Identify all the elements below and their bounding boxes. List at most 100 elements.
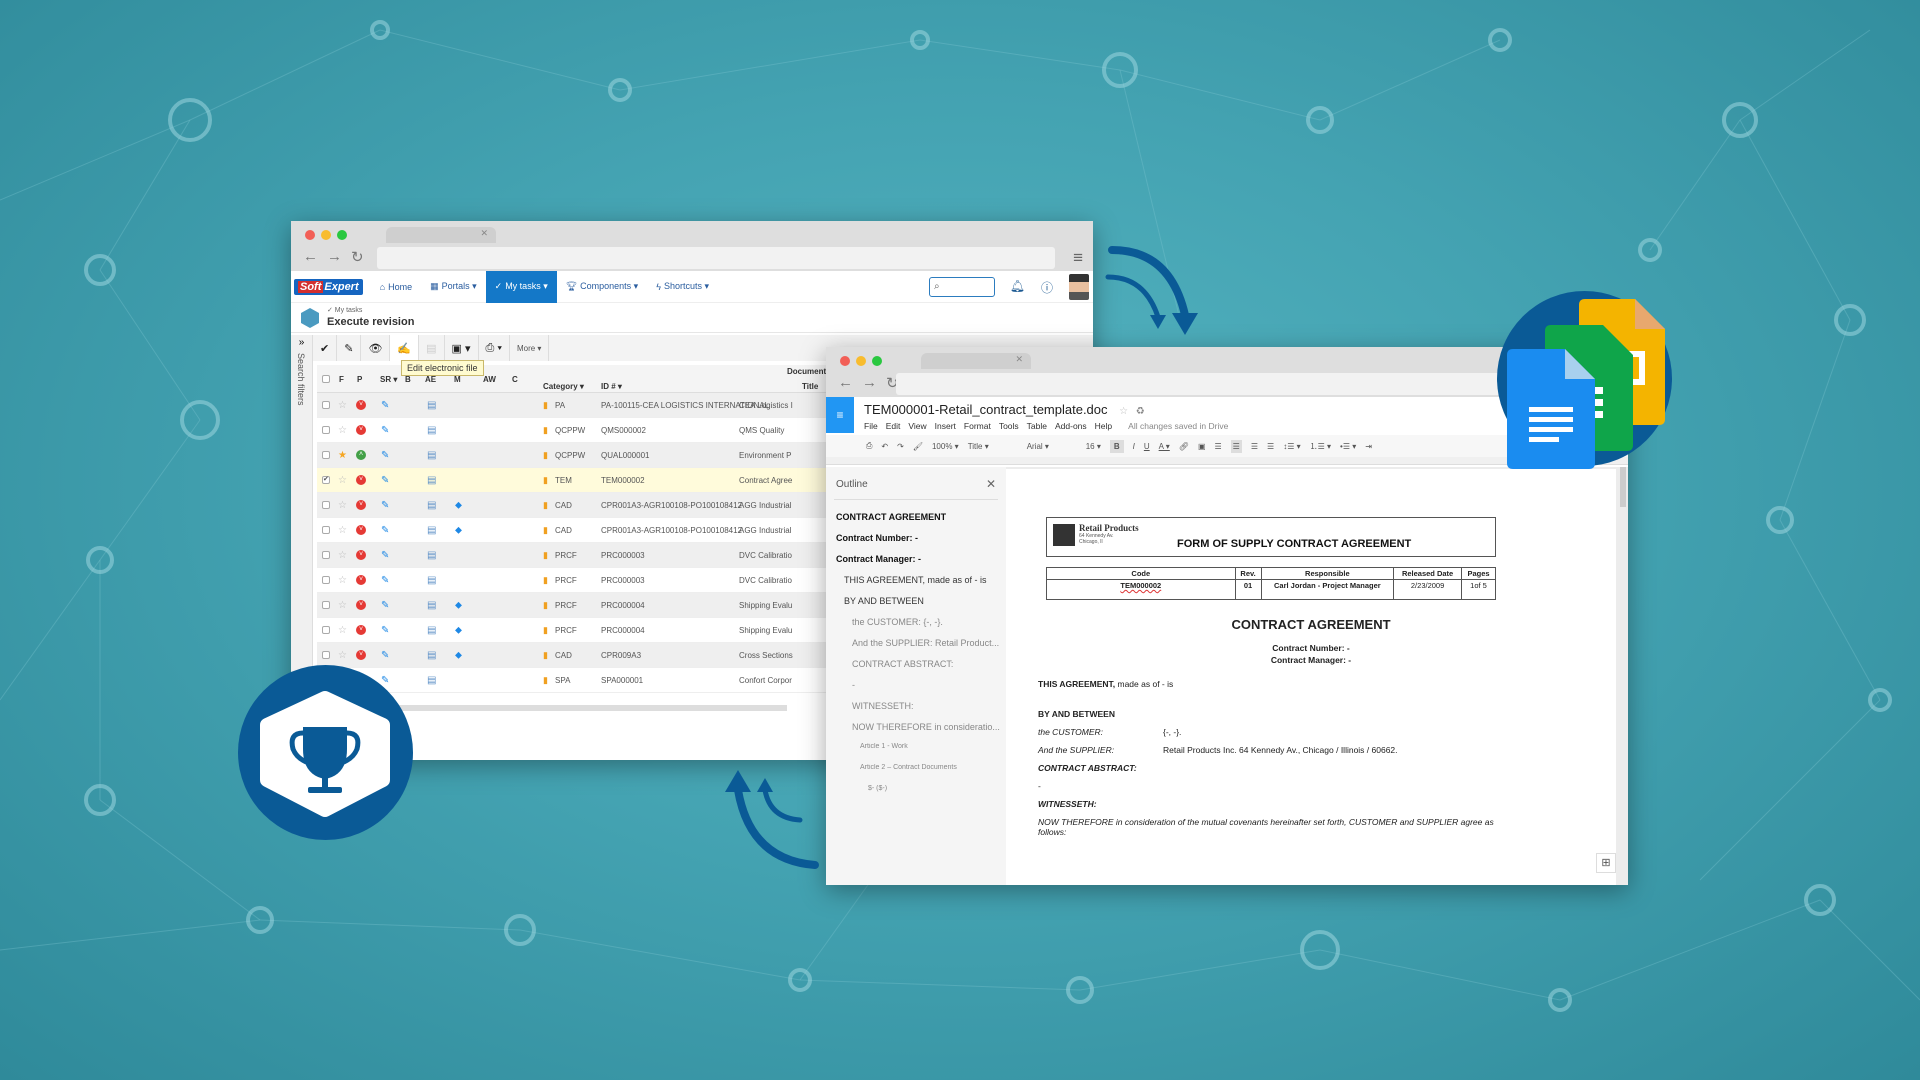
row-checkbox[interactable] (322, 451, 330, 459)
col-aw[interactable]: AW (483, 375, 496, 384)
outline-item[interactable]: THIS AGREEMENT, made as of - is (844, 575, 987, 585)
row-checkbox[interactable] (322, 576, 330, 584)
underline-button[interactable]: U (1144, 442, 1150, 451)
forward-icon[interactable]: → (862, 374, 877, 392)
attachment-icon[interactable]: ▤ (427, 475, 436, 486)
menu-table[interactable]: Table (1027, 421, 1047, 431)
attachment-icon[interactable]: ▤ (427, 525, 436, 536)
attachment-icon[interactable]: ▤ (427, 425, 436, 436)
outline-item[interactable]: the CUSTOMER: {-, -}. (852, 617, 943, 627)
outline-item[interactable]: BY AND BETWEEN (844, 596, 924, 606)
expand-icon[interactable]: » (291, 337, 312, 348)
user-avatar[interactable] (1069, 274, 1089, 300)
link-icon[interactable]: 🔗︎ (1179, 442, 1189, 451)
outline-item[interactable]: Contract Number: - (836, 533, 918, 543)
status-edit-icon[interactable]: ✎ (381, 400, 389, 411)
document-title[interactable]: Cross Sections (739, 651, 793, 660)
status-edit-icon[interactable]: ✎ (381, 550, 389, 561)
attachment-icon[interactable]: ▤ (427, 400, 436, 411)
filename[interactable]: TEM000001-Retail_contract_template.doc (864, 402, 1108, 417)
comment-icon[interactable]: ▣ (1198, 442, 1206, 451)
edit-electronic-file-button[interactable]: ✍ (390, 335, 420, 361)
star-icon[interactable]: ☆ (338, 525, 347, 536)
undo-icon[interactable]: ↶ (881, 442, 888, 451)
star-icon[interactable]: ☆ (338, 500, 347, 511)
align-center-icon[interactable]: ☰ (1230, 439, 1242, 453)
back-icon[interactable]: ← (838, 374, 853, 392)
document-id[interactable]: PRC000003 (601, 551, 645, 560)
status-edit-icon[interactable]: ✎ (381, 475, 389, 486)
view-button[interactable]: 👁︎ (361, 335, 391, 361)
document-id[interactable]: PRC000004 (601, 626, 645, 635)
forward-icon[interactable]: → (327, 248, 342, 266)
close-dot[interactable] (840, 356, 850, 366)
document-id[interactable]: SPA000001 (601, 676, 643, 685)
attachment-icon[interactable]: ▤ (427, 500, 436, 511)
edit-button[interactable]: ✎ (337, 335, 362, 361)
bold-button[interactable]: B (1109, 439, 1124, 453)
status-edit-icon[interactable]: ✎ (381, 425, 389, 436)
close-outline-icon[interactable]: ✕ (986, 477, 996, 491)
attachment-icon[interactable]: ▤ (427, 575, 436, 586)
outline-item[interactable]: - (852, 680, 855, 690)
star-icon[interactable]: ☆ (338, 575, 347, 586)
justify-icon[interactable]: ☰ (1267, 442, 1274, 451)
document-id[interactable]: PRC000004 (601, 601, 645, 610)
row-checkbox[interactable]: ✔ (322, 476, 330, 484)
star-icon[interactable]: ☆ (338, 550, 347, 561)
numbered-list-icon[interactable]: ⒈☰ ▾ (1310, 441, 1331, 452)
print-icon[interactable]: ⎙ (866, 441, 872, 451)
star-icon[interactable]: ☆ (338, 600, 347, 611)
attachment-icon[interactable]: ▤ (427, 625, 436, 636)
explore-button[interactable]: ⊞ (1596, 853, 1616, 873)
document-id[interactable]: PRC000003 (601, 576, 645, 585)
col-id[interactable]: ID # ▾ (601, 382, 622, 391)
menu-view[interactable]: View (908, 421, 926, 431)
document-title[interactable]: Shipping Evalu (739, 626, 792, 635)
help-icon[interactable]: ⓘ (1041, 279, 1053, 296)
bulleted-list-icon[interactable]: •☰ ▾ (1340, 442, 1356, 451)
nav-portals[interactable]: ▦ Portals ▾ (421, 271, 486, 303)
status-edit-icon[interactable]: ✎ (381, 625, 389, 636)
close-dot[interactable] (305, 230, 315, 240)
col-b[interactable]: B (405, 375, 411, 384)
outline-item[interactable]: And the SUPPLIER: Retail Product... (852, 638, 999, 648)
row-checkbox[interactable] (322, 501, 330, 509)
maximize-dot[interactable] (337, 230, 347, 240)
status-edit-icon[interactable]: ✎ (381, 450, 389, 461)
drive-folder-icon[interactable]: ♻ (1136, 406, 1145, 417)
row-checkbox[interactable] (322, 426, 330, 434)
nav-components[interactable]: 🏆︎ Components ▾ (557, 271, 648, 303)
align-left-icon[interactable]: ☰ (1215, 442, 1222, 451)
docs-menu-icon[interactable]: ≡ (826, 397, 854, 433)
approve-button[interactable]: ✔ (313, 335, 338, 361)
maximize-dot[interactable] (872, 356, 882, 366)
status-edit-icon[interactable]: ✎ (381, 525, 389, 536)
document-title[interactable]: Confort Corpor (739, 676, 792, 685)
status-edit-icon[interactable]: ✎ (381, 575, 389, 586)
nav-my-tasks[interactable]: ✓ My tasks ▾ (485, 270, 557, 303)
document-title[interactable]: Contract Agree (739, 476, 792, 485)
reload-icon[interactable]: ↻ (351, 248, 364, 266)
browser-menu-icon[interactable]: ≡ (1073, 248, 1083, 268)
menu-edit[interactable]: Edit (886, 421, 901, 431)
document-title[interactable]: QMS Quality (739, 426, 784, 435)
status-edit-icon[interactable]: ✎ (381, 500, 389, 511)
document-id[interactable]: CPR001A3-AGR100108-PO100108412 (601, 526, 742, 535)
menu-tools[interactable]: Tools (999, 421, 1019, 431)
outline-item[interactable]: $- ($-) (868, 785, 887, 792)
star-icon[interactable]: ☆ (338, 425, 347, 436)
outline-item[interactable]: WITNESSETH: (852, 701, 914, 711)
align-right-icon[interactable]: ☰ (1251, 442, 1258, 451)
menu-insert[interactable]: Insert (935, 421, 956, 431)
row-checkbox[interactable] (322, 551, 330, 559)
outline-item[interactable]: Article 2 – Contract Documents (860, 764, 957, 771)
col-sr[interactable]: SR ▾ (380, 375, 397, 384)
attachment-icon[interactable]: ▤ (427, 600, 436, 611)
col-m[interactable]: M (454, 375, 461, 384)
col-c[interactable]: C (512, 375, 518, 384)
document-title[interactable]: AGG Industrial (739, 526, 791, 535)
minimize-dot[interactable] (321, 230, 331, 240)
row-checkbox[interactable] (322, 401, 330, 409)
row-checkbox[interactable] (322, 626, 330, 634)
